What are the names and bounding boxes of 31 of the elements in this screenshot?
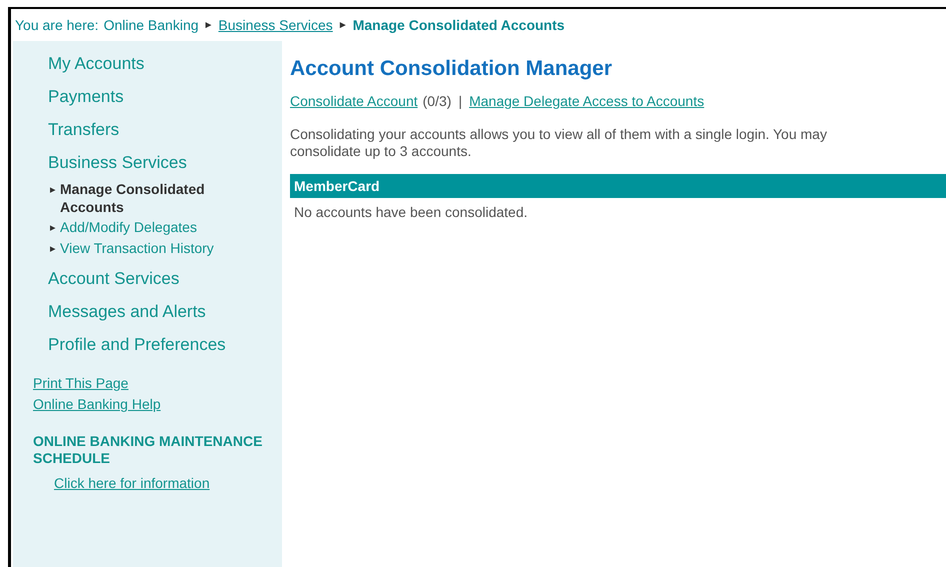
separator-icon: ► <box>338 18 348 32</box>
divider-text: | <box>457 92 464 111</box>
nav-link[interactable]: Account Services <box>48 262 282 295</box>
bullet-icon: ▸ <box>50 182 56 198</box>
bullet-icon: ▸ <box>50 220 56 236</box>
breadcrumb-text: Online Banking <box>104 16 199 35</box>
current-page: Manage Consolidated Accounts <box>352 16 565 35</box>
sidebar-link[interactable]: Online Banking Help <box>33 396 161 412</box>
sidebar-link[interactable]: Print This Page <box>33 375 128 391</box>
breadcrumb-label: You are here: <box>15 16 99 34</box>
bullet-icon: ▸ <box>50 240 56 257</box>
maintenance-heading: ONLINE BANKING MAINTENANCE SCHEDULE <box>33 433 263 467</box>
subnav-link[interactable]: Manage Consolidated Accounts <box>60 180 250 216</box>
nav-link[interactable]: Profile and Preferences <box>48 328 282 361</box>
delegate-link[interactable]: Manage Delegate Access to Accounts <box>469 91 704 112</box>
description-text: Consolidating your accounts allows you to view all of them with a single login. You may consolidate up to 3 accounts. <box>290 126 828 160</box>
nav-link[interactable]: Transfers <box>48 113 282 146</box>
consolidate-link[interactable]: Consolidate Account <box>290 91 418 112</box>
nav-link[interactable]: Payments <box>48 80 282 113</box>
nav-link[interactable]: Messages and Alerts <box>48 295 282 328</box>
subnav-link[interactable]: View Transaction History <box>60 238 214 256</box>
column-header: MemberCard <box>294 176 380 196</box>
account-count: (0/3) <box>422 92 452 111</box>
subnav-link[interactable]: Add/Modify Delegates <box>60 218 197 236</box>
info-link[interactable]: Click here for information <box>54 475 210 491</box>
nav-link[interactable]: Business Services <box>48 146 282 179</box>
separator-icon: ► <box>204 18 214 32</box>
breadcrumb-link[interactable]: Business Services <box>218 14 333 36</box>
nav-link[interactable]: My Accounts <box>48 47 282 80</box>
page-title: Account Consolidation Manager <box>290 56 614 82</box>
empty-message: No accounts have been consolidated. <box>293 203 528 222</box>
